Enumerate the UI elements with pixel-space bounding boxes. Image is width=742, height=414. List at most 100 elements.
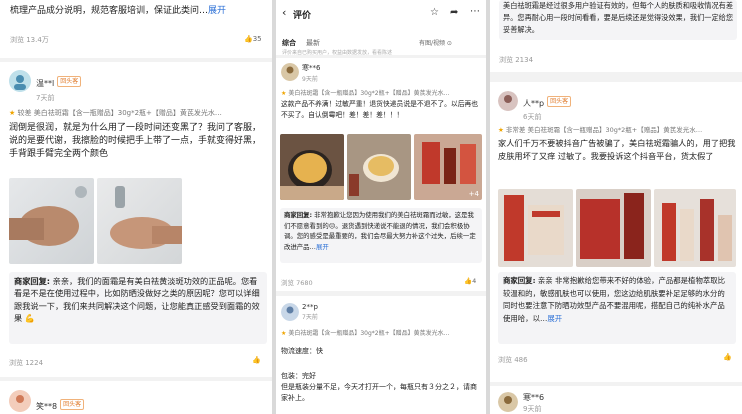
product-spec: ★ 美白祛斑霜【含一瓶赠品】30g*2瓶+【赠品】黄芪发光水… <box>281 328 481 337</box>
more-icon[interactable]: ⋯ <box>470 6 480 17</box>
merchant-reply-text: 非常抱歉让您因为使用我们的美白祛斑霜而过敏，这是我们不愿意看到的😔。退货遇到快递… <box>284 211 476 251</box>
star-icon: ★ <box>9 109 16 117</box>
product-spec: ★ 非常差 美白祛斑霜【含一瓶赠品】30g*2瓶+【赠品】黄芪发光水… <box>498 124 736 134</box>
view-count: 浏览 1224 <box>9 359 44 367</box>
view-count: 浏览 13.4万 <box>10 36 49 44</box>
product-box-icon <box>580 193 644 259</box>
review-photo[interactable] <box>9 178 94 264</box>
expand-link[interactable]: 展开 <box>316 243 329 251</box>
avatar-image-icon <box>498 91 518 111</box>
review-card-next: 寒**6 9天前 <box>490 386 742 414</box>
expand-link[interactable]: 展开 <box>208 6 226 16</box>
reviewer-name: 寒**6 <box>523 393 545 402</box>
merchant-reply-label: 商家回复: <box>503 276 536 285</box>
avatar-image-icon <box>498 392 518 412</box>
star-icon: ★ <box>281 90 287 97</box>
avatar-image-icon <box>9 390 31 412</box>
merchant-reply: 商家回复: 亲亲，我们的面霜是有美白祛黄淡斑功效的正品呢。您看看是不是在使用过程… <box>9 272 267 344</box>
reviewer-info: 人**p 回头客 6天前 <box>523 91 572 122</box>
review-notice: 评价来自已购买用户，权益由数据发放，看看陈述 <box>282 50 393 56</box>
page-title: 评价 <box>293 11 312 21</box>
rating-label: 较差 <box>17 109 32 117</box>
review-photo[interactable]: +4 <box>414 134 482 200</box>
merchant-reply-text: 亲亲，我们的面霜是有美白祛黄淡斑功效的正品呢。您看看是不是在使用过程中，比如防晒… <box>14 276 260 324</box>
reviewer-info: 寒**6 9天前 <box>302 63 320 83</box>
view-count: 浏览 7680 <box>281 279 313 287</box>
thumb-up-icon: 👍 <box>464 277 473 285</box>
avatar[interactable] <box>281 303 299 321</box>
like-button[interactable]: 👍 <box>252 356 261 364</box>
thumb-up-icon: 👍 <box>723 353 732 361</box>
view-count: 浏览 2134 <box>499 56 534 64</box>
tab-latest[interactable]: 最新 <box>306 38 320 48</box>
like-button[interactable]: 👍4 <box>464 277 476 285</box>
review-text-body: 梳理产品成分说明，规范客服培训，保证此类问… <box>10 6 209 16</box>
more-photos-count: +4 <box>468 190 479 198</box>
merchant-reply: 商家回复: 非常抱歉让您因为使用我们的美白祛斑霜而过敏，这是我们不愿意看到的😔。… <box>280 208 482 263</box>
cream-jar-icon <box>280 150 344 200</box>
review-photo[interactable] <box>576 189 651 267</box>
review-text: 家人们千万不要被抖音广告被骗了，美白祛斑霜骗人的，用了把我皮肤用坏了又痒 过敏了… <box>498 138 736 161</box>
back-icon[interactable]: ‹ <box>282 6 286 19</box>
hand-photo-icon <box>9 186 87 246</box>
cream-jar-icon <box>349 154 399 196</box>
review-card-previous: 梳理产品成分说明，规范客服培训，保证此类问…展开 浏览 13.4万 👍35 <box>0 0 272 58</box>
avatar-image-icon <box>281 63 299 81</box>
review-text: 梳理产品成分说明，规范客服培训，保证此类问…展开 <box>10 5 265 18</box>
star-icon: ★ <box>498 126 504 134</box>
review-time: 6天前 <box>523 113 542 121</box>
reviewer-name: 2**p <box>302 303 318 311</box>
merchant-reply-label: 商家回复: <box>14 276 51 286</box>
avatar[interactable] <box>9 390 31 412</box>
expand-link[interactable]: 展开 <box>547 314 562 323</box>
review-text: 这款产品不养满！过敏严重！退货快递员说是不退不了。以后再也不买了。自认倒霉吧！差… <box>281 100 479 119</box>
avatar[interactable] <box>498 91 518 111</box>
avatar[interactable] <box>9 70 31 92</box>
tab-overall[interactable]: 综合 <box>282 38 296 48</box>
spec-text: 美白祛斑霜【含一瓶赠品】30g*2瓶+【赠品】黄芪发光水… <box>527 126 703 134</box>
review-column-right: 美白祛斑霜是经过很多用户验证有效的，但每个人的肤质和吸收情况有差异。您再耐心用一… <box>490 0 742 414</box>
view-count: 浏览 486 <box>498 356 528 364</box>
reviewer-info: 2**p 7天前 <box>302 303 318 321</box>
rating-label: 非常差 <box>505 126 526 134</box>
review-text: 但是瓶装分量不足，今天才打开一个，每瓶只有３分之２，请商家补上。 <box>281 383 477 402</box>
review-column-left: 梳理产品成分说明，规范客服培训，保证此类问…展开 浏览 13.4万 👍35 温*… <box>0 0 272 414</box>
review-column-middle: ‹ 评价 ☆ ➦ ⋯ 综合 最新 有图/视频 ⊙ 评价来自已购买用户，权益由数据… <box>276 0 486 414</box>
filter-with-photos[interactable]: 有图/视频 ⊙ <box>419 38 452 47</box>
review-card: 温**l 回头客 7天前 ★ 较差 美白祛斑霜【含一瓶赠品】30g*2瓶+【赠品】… <box>0 62 272 377</box>
merchant-reply-text: 美白祛斑霜是经过很多用户验证有效的，但每个人的肤质和吸收情况有差异。您再耐心用一… <box>499 0 737 40</box>
review-card-next: 笑**8 回头客 <box>0 381 272 414</box>
review-text: 润倒是很润，就是为什么用了一段时间还变黑了？我问了客服，说的是要代谢，我擦脸的时… <box>9 123 262 159</box>
review-photo[interactable] <box>97 178 182 264</box>
returning-customer-badge: 回头客 <box>60 399 85 410</box>
thumb-up-icon: 👍 <box>244 35 253 43</box>
product-box-icon <box>504 195 564 261</box>
avatar[interactable] <box>281 63 299 81</box>
spec-text: 美白祛斑霜【含一瓶赠品】30g*2瓶+【赠品】黄芪发光水… <box>288 330 450 337</box>
like-button[interactable]: 👍35 <box>244 35 262 43</box>
star-favorite-icon[interactable]: ☆ <box>430 7 439 18</box>
review-photo[interactable] <box>280 134 344 200</box>
review-time: 7天前 <box>302 314 318 321</box>
returning-customer-badge: 回头客 <box>547 96 572 107</box>
spec-text: 美白祛斑霜【含一瓶赠品】30g*2瓶+【赠品】黄芪发光水… <box>288 90 450 97</box>
avatar[interactable] <box>498 392 518 412</box>
spec-text: 美白祛斑霜【含一瓶赠品】30g*2瓶+【赠品】黄芪发光水… <box>33 109 222 117</box>
thumb-up-icon: 👍 <box>252 356 261 364</box>
reviewer-name: 寒**6 <box>302 64 321 72</box>
review-card: 寒**6 9天前 ★ 美白祛斑霜【含一瓶赠品】30g*2瓶+【赠品】黄芪发光水…… <box>276 58 486 291</box>
review-card: 2**p 7天前 ★ 美白祛斑霜【含一瓶赠品】30g*2瓶+【赠品】黄芪发光水…… <box>276 296 486 414</box>
merchant-reply: 商家回复: 亲亲 非常抱歉给您带来不好的体验，产品都是植物萃取比较温和的，敏感肌… <box>498 272 736 344</box>
like-count: 4 <box>472 277 477 285</box>
product-spec: ★ 美白祛斑霜【含一瓶赠品】30g*2瓶+【赠品】黄芪发光水… <box>281 88 481 97</box>
review-photo[interactable] <box>347 134 411 200</box>
review-photo[interactable] <box>498 189 573 267</box>
share-icon[interactable]: ➦ <box>450 7 458 18</box>
review-time: 9天前 <box>523 405 542 413</box>
review-photo[interactable] <box>654 189 736 267</box>
review-time: 7天前 <box>36 94 55 102</box>
like-button[interactable]: 👍 <box>723 353 732 361</box>
hand-photo-icon <box>110 186 182 249</box>
review-time: 9天前 <box>302 76 318 83</box>
product-bottles-icon <box>662 199 732 261</box>
